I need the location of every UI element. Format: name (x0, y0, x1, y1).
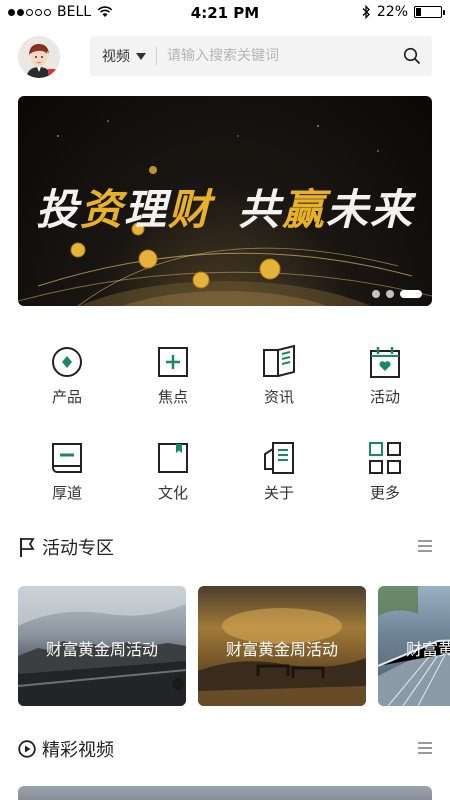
grid-item-activity[interactable]: 活动 (332, 340, 438, 436)
status-right: 22% (361, 4, 445, 20)
banner-title-part: 财 (167, 185, 212, 234)
grid-item-culture[interactable]: 文化 (120, 436, 226, 532)
banner-title-part: 未来 (326, 185, 415, 234)
more-icon (369, 442, 401, 474)
banner-dot[interactable] (372, 290, 380, 298)
culture-icon (158, 443, 188, 473)
grid-label: 资讯 (263, 388, 294, 406)
integrity-icon (52, 443, 82, 473)
status-bar: BELL 4:21 PM 22% (0, 0, 450, 26)
grid-row: 厚道 文化 关于 更多 (0, 436, 450, 532)
banner-dot[interactable] (386, 290, 394, 298)
section-title: 活动专区 (42, 538, 114, 559)
banner-title: 投资理财 共赢未来 (18, 176, 432, 237)
grid-item-integrity[interactable]: 厚道 (14, 436, 120, 532)
search-icon[interactable] (392, 36, 432, 76)
banner-title-part: 投 (35, 185, 80, 234)
search-input[interactable] (167, 48, 392, 64)
search-type-label: 视频 (102, 49, 130, 65)
banner-title-part: 共 (238, 185, 283, 234)
list-menu-icon[interactable] (418, 540, 432, 554)
activities-section-header: 活动专区 (18, 532, 432, 562)
activity-card[interactable]: 财富黄金周活动 (198, 586, 366, 706)
grid-item-product[interactable]: 产品 (14, 340, 120, 436)
grid-label: 焦点 (157, 388, 188, 406)
grid-item-focus[interactable]: 焦点 (120, 340, 226, 436)
about-icon (264, 442, 294, 474)
header: 视频 (0, 30, 450, 86)
grid-label: 文化 (157, 484, 188, 502)
promo-banner[interactable]: 投资理财 共赢未来 (18, 96, 432, 306)
activity-icon (370, 347, 400, 378)
grid-label: 产品 (51, 388, 82, 406)
grid-item-more[interactable]: 更多 (332, 436, 438, 532)
banner-dot-active[interactable] (400, 290, 422, 298)
search-type-dropdown[interactable]: 视频 (102, 46, 146, 66)
grid-label: 关于 (263, 484, 294, 502)
search-divider (156, 47, 157, 65)
news-icon (263, 344, 295, 377)
battery-percent: 22% (376, 4, 408, 20)
banner-title-part: 理 (123, 185, 168, 234)
banner-title-part: 资 (79, 185, 124, 234)
activity-cards: 财富黄金周活动 财富黄金周活动 财富黄金周活动 (18, 586, 450, 706)
battery-fill (416, 8, 422, 16)
search-bar: 视频 (90, 36, 432, 76)
grid-row: 产品 焦点 资讯 活动 (0, 340, 450, 436)
grid-item-news[interactable]: 资讯 (226, 340, 332, 436)
banner-pagination (372, 290, 422, 298)
video-thumbnail[interactable] (18, 786, 432, 800)
list-menu-icon[interactable] (418, 742, 432, 756)
play-circle-icon (18, 740, 36, 758)
card-label: 财富黄金周活动 (45, 640, 158, 659)
section-title: 精彩视频 (42, 740, 114, 761)
focus-icon (158, 347, 188, 377)
product-icon (52, 347, 82, 377)
bluetooth-icon (362, 5, 370, 19)
grid-label: 活动 (369, 388, 400, 406)
activity-card[interactable]: 财富黄金周活动 (18, 586, 186, 706)
card-label: 财富黄金周活动 (225, 640, 338, 659)
flag-icon (20, 538, 35, 557)
grid-item-about[interactable]: 关于 (226, 436, 332, 532)
shortcut-grid: 产品 焦点 资讯 活动 厚道 文化 关于 更多 (0, 340, 450, 532)
activity-card[interactable]: 财富黄金周活动 (378, 586, 450, 706)
avatar[interactable] (18, 36, 60, 78)
banner-title-part: 赢 (282, 185, 327, 234)
grid-label: 更多 (369, 484, 400, 502)
card-label: 财富黄金周活动 (405, 640, 450, 659)
videos-section-header: 精彩视频 (18, 734, 432, 764)
dropdown-triangle-icon (136, 52, 146, 60)
user-avatar-icon (18, 36, 60, 78)
battery-icon (414, 6, 445, 18)
grid-label: 厚道 (51, 484, 82, 502)
